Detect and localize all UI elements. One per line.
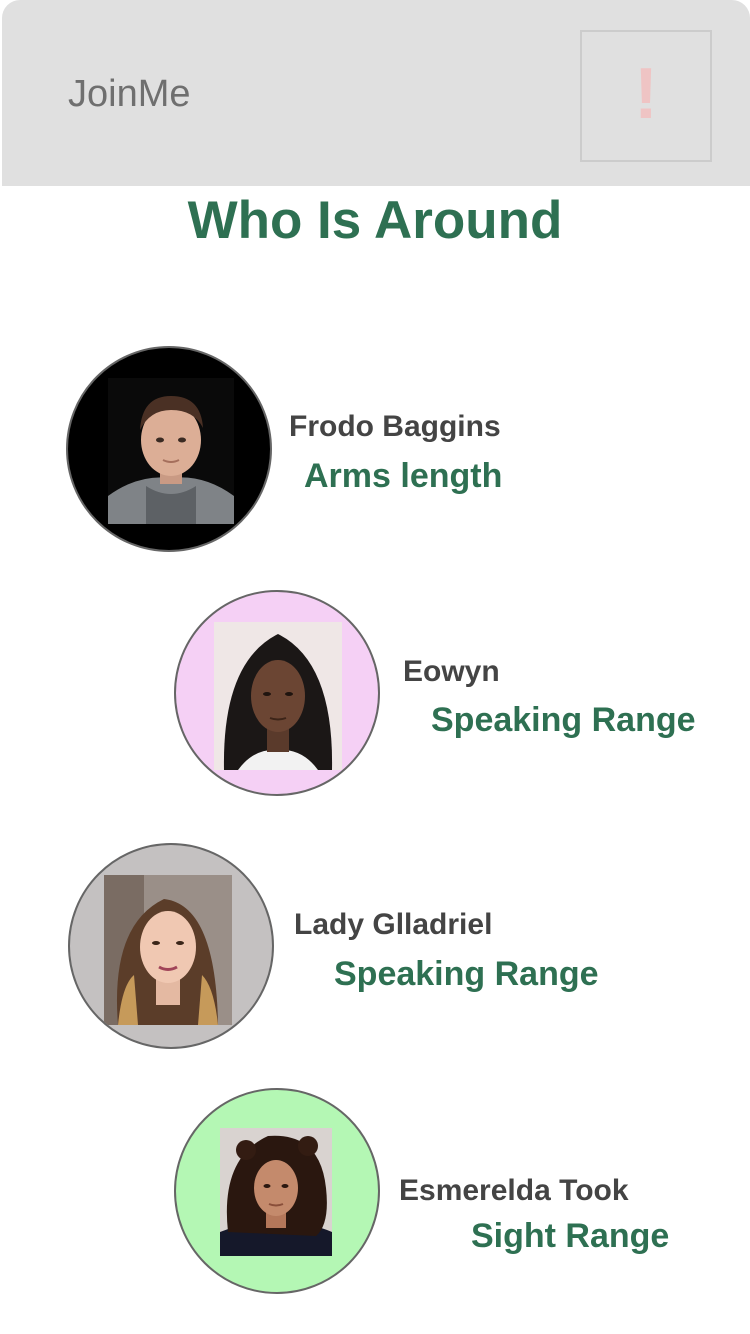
alert-button[interactable]: ! xyxy=(580,30,712,162)
person-photo xyxy=(104,875,232,1025)
person-photo xyxy=(220,1128,332,1256)
alert-icon: ! xyxy=(634,54,658,134)
person-range: Speaking Range xyxy=(431,701,696,739)
person-avatar-lady-glladriel[interactable] xyxy=(68,843,274,1049)
person-photo xyxy=(214,622,342,770)
person-avatar-eowyn[interactable] xyxy=(174,590,380,796)
app-header: JoinMe ! xyxy=(2,0,750,186)
person-avatar-frodo[interactable] xyxy=(66,346,272,552)
page-title: Who Is Around xyxy=(187,191,563,250)
person-range: Speaking Range xyxy=(334,955,599,993)
person-name: Eowyn xyxy=(403,655,500,688)
person-name: Lady Glladriel xyxy=(294,908,493,941)
person-range: Arms length xyxy=(304,457,503,495)
person-name: Esmerelda Took xyxy=(399,1174,629,1207)
app-name: JoinMe xyxy=(68,73,191,115)
person-avatar-esmerelda-took[interactable] xyxy=(174,1088,380,1294)
person-photo xyxy=(108,378,234,524)
person-name: Frodo Baggins xyxy=(289,410,501,443)
person-range: Sight Range xyxy=(471,1217,670,1255)
